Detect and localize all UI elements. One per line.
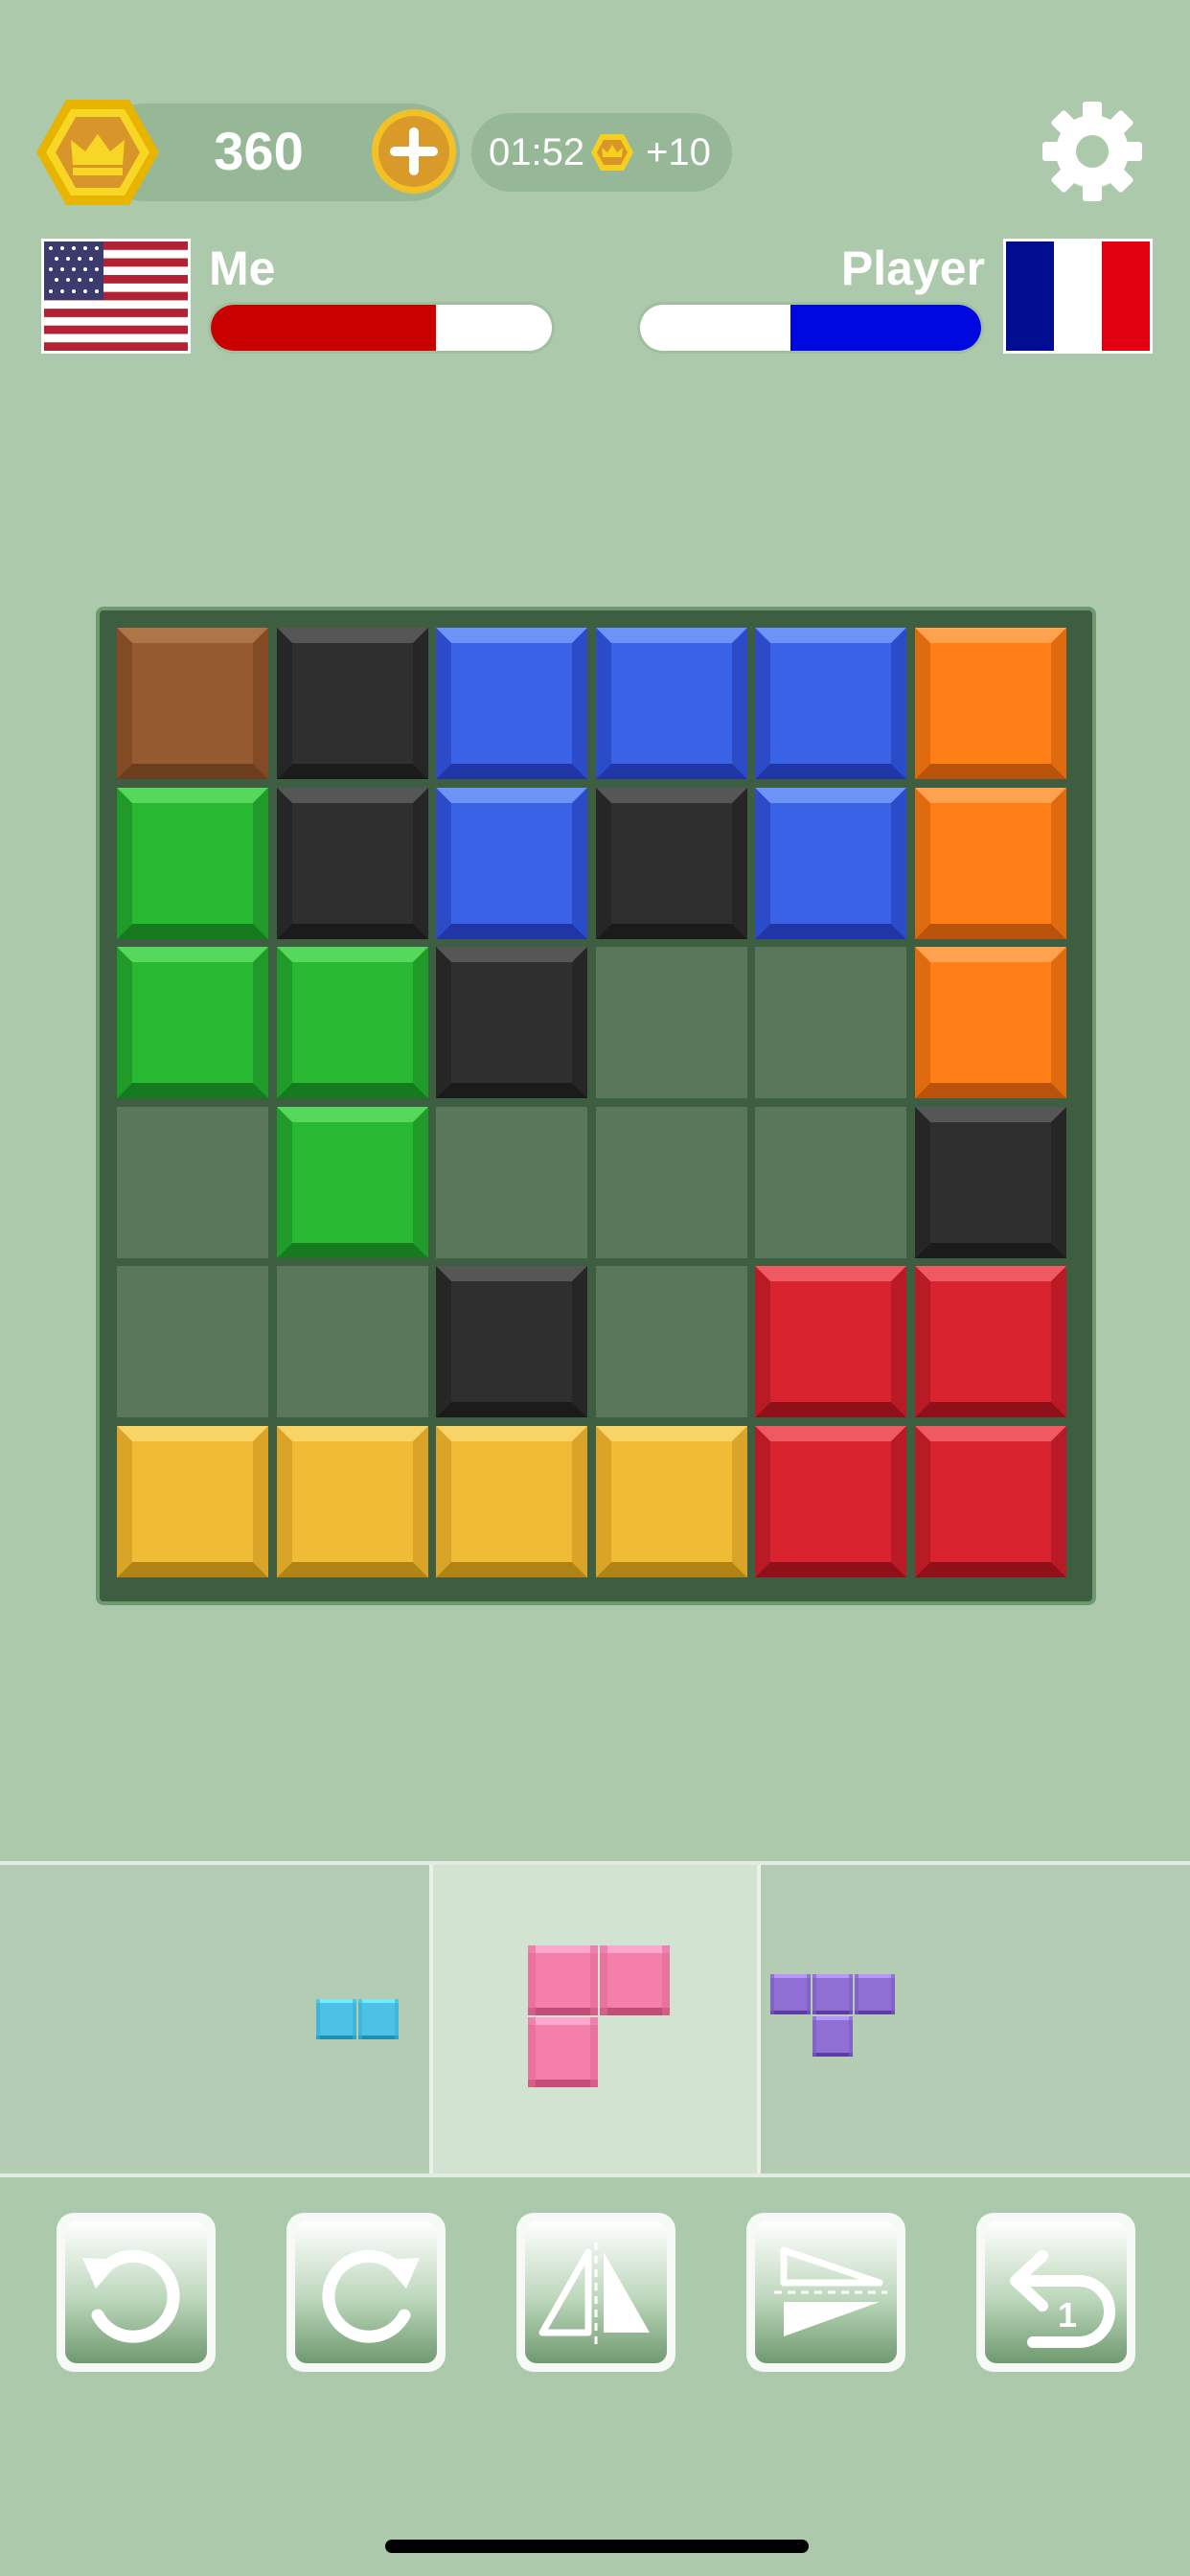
board-cell-yellow[interactable]: [595, 1425, 747, 1577]
piece-block: [528, 2017, 598, 2087]
board-cell-blue[interactable]: [755, 628, 906, 779]
piece-block: [316, 1999, 356, 2039]
add-coins-button[interactable]: [370, 107, 458, 196]
board-cell-red[interactable]: [755, 1425, 906, 1577]
flip-horizontal-button[interactable]: [514, 2210, 678, 2375]
board-cell-blue[interactable]: [755, 787, 906, 939]
flip-vertical-button[interactable]: [744, 2210, 908, 2375]
board-cell-black[interactable]: [436, 1266, 587, 1417]
piece-block: [358, 1999, 399, 2039]
my-progress-bar: [211, 305, 552, 351]
board-cell-brown[interactable]: [117, 628, 268, 779]
tray-slot-1[interactable]: [0, 1865, 429, 2174]
piece-tray: [0, 1861, 1190, 2177]
usa-flag-icon: [44, 242, 188, 351]
board-cell-yellow[interactable]: [117, 1425, 268, 1577]
board-cell-green[interactable]: [117, 947, 268, 1098]
france-flag-icon: [1006, 242, 1150, 351]
board-cell-green[interactable]: [276, 1106, 428, 1258]
crown-coin-small-icon: [591, 134, 633, 171]
purple-t-tetromino-piece[interactable]: [770, 1974, 897, 2058]
board-cell-red[interactable]: [914, 1266, 1066, 1417]
board-cell-black[interactable]: [276, 787, 428, 939]
rotate-right-button[interactable]: [284, 2210, 448, 2375]
board-cell-green[interactable]: [117, 787, 268, 939]
opponent-progress-bar: [640, 305, 981, 351]
crown-coin-icon: [36, 100, 159, 205]
settings-button[interactable]: [1037, 96, 1148, 207]
bonus-timer-pill: 01:52 +10: [471, 113, 732, 192]
board-cell-red[interactable]: [755, 1266, 906, 1417]
my-player-name: Me: [209, 242, 276, 295]
board-cell-black[interactable]: [595, 787, 747, 939]
piece-block: [812, 2016, 853, 2057]
board-cell-black[interactable]: [276, 628, 428, 779]
piece-block: [855, 1974, 895, 2014]
board-cell-blue[interactable]: [436, 628, 587, 779]
tray-slot-2-selected[interactable]: [429, 1865, 761, 2174]
board-cell-black[interactable]: [914, 1106, 1066, 1258]
piece-block: [528, 1945, 598, 2015]
board-cell-blue[interactable]: [436, 787, 587, 939]
cyan-domino-piece[interactable]: [316, 1999, 400, 2041]
board-cell-orange[interactable]: [914, 947, 1066, 1098]
board-cell-yellow[interactable]: [276, 1425, 428, 1577]
board-cell-black[interactable]: [436, 947, 587, 1098]
opponent-player-name: Player: [840, 242, 985, 295]
board-cell-yellow[interactable]: [436, 1425, 587, 1577]
my-progress-fill: [211, 305, 436, 351]
timer-text: 01:52: [489, 131, 585, 173]
board-cell-empty[interactable]: [276, 1266, 428, 1417]
board-cell-empty[interactable]: [755, 1106, 906, 1258]
board-cell-empty[interactable]: [595, 947, 747, 1098]
board-cell-empty[interactable]: [436, 1106, 587, 1258]
tray-slot-3[interactable]: [761, 1865, 1190, 2174]
game-board[interactable]: [100, 610, 1092, 1601]
bonus-text: +10: [646, 131, 711, 173]
piece-block: [600, 1945, 670, 2015]
pink-l-tromino-piece[interactable]: [528, 1945, 672, 2089]
board-cell-empty[interactable]: [117, 1266, 268, 1417]
board-cell-blue[interactable]: [595, 628, 747, 779]
board-cell-empty[interactable]: [595, 1106, 747, 1258]
rotate-left-button[interactable]: [54, 2210, 218, 2375]
board-cell-orange[interactable]: [914, 787, 1066, 939]
board-cell-green[interactable]: [276, 947, 428, 1098]
opponent-progress-fill: [790, 305, 981, 351]
undo-button[interactable]: 1: [973, 2210, 1138, 2375]
undo-count: 1: [1058, 2295, 1077, 2334]
board-cell-orange[interactable]: [914, 628, 1066, 779]
coin-count: 360: [214, 121, 304, 181]
board-cell-empty[interactable]: [117, 1106, 268, 1258]
board-cell-red[interactable]: [914, 1425, 1066, 1577]
home-indicator: [385, 2540, 809, 2553]
piece-block: [812, 1974, 853, 2014]
piece-block: [770, 1974, 811, 2014]
board-cell-empty[interactable]: [595, 1266, 747, 1417]
board-cell-empty[interactable]: [755, 947, 906, 1098]
